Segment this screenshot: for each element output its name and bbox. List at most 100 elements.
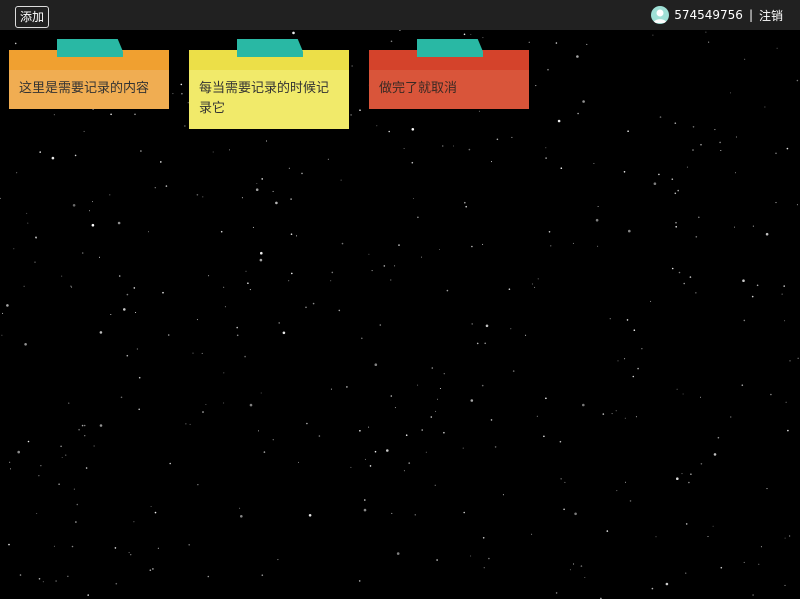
star: [39, 151, 41, 153]
star: [109, 194, 111, 196]
star: [405, 434, 408, 437]
star: [463, 33, 466, 36]
star: [775, 152, 777, 155]
star: [35, 237, 37, 239]
star: [678, 271, 681, 274]
star: [602, 413, 605, 415]
star: [781, 293, 783, 295]
star: [361, 337, 363, 340]
star: [27, 440, 30, 443]
star: [545, 147, 547, 149]
star: [83, 424, 86, 427]
star: [135, 312, 137, 313]
star: [629, 500, 632, 502]
star: [51, 156, 55, 160]
star: [138, 376, 141, 379]
star: [470, 555, 472, 557]
star: [689, 276, 692, 278]
star: [53, 545, 55, 547]
star: [40, 465, 42, 467]
star: [421, 256, 422, 258]
star: [149, 569, 152, 571]
star: [425, 451, 427, 453]
star: [700, 463, 703, 465]
star: [58, 483, 60, 486]
star: [550, 245, 552, 247]
star: [115, 582, 118, 585]
star: [555, 592, 558, 594]
star: [408, 462, 411, 464]
star: [531, 283, 533, 285]
star: [298, 461, 299, 463]
star: [76, 503, 79, 506]
star: [207, 575, 210, 578]
star: [491, 161, 492, 163]
star: [597, 206, 599, 207]
star: [708, 41, 710, 43]
star: [202, 411, 204, 413]
star: [99, 424, 103, 427]
star: [411, 161, 414, 164]
star: [431, 367, 434, 369]
star: [735, 172, 736, 174]
star: [483, 567, 485, 569]
star: [609, 318, 611, 320]
star: [434, 484, 436, 486]
sticky-note[interactable]: 每当需要记录的时候记录它: [189, 39, 349, 129]
star: [597, 245, 599, 247]
star: [249, 403, 253, 407]
star: [249, 289, 251, 291]
star: [327, 158, 329, 160]
star: [359, 430, 361, 432]
logout-link[interactable]: 注销: [759, 7, 783, 24]
star: [117, 221, 121, 225]
star: [376, 125, 378, 127]
star: [446, 289, 449, 292]
star: [572, 242, 574, 244]
star: [36, 513, 38, 514]
star: [368, 426, 370, 428]
star: [364, 458, 366, 460]
star: [606, 530, 609, 532]
sticky-note[interactable]: 这里是需要记录的内容: [9, 39, 169, 109]
note-tape: [57, 39, 123, 57]
star: [85, 467, 88, 469]
star: [719, 141, 721, 144]
star: [272, 190, 274, 192]
star: [296, 235, 297, 237]
star: [53, 114, 55, 116]
star: [220, 230, 223, 233]
star: [260, 251, 263, 255]
star: [700, 143, 702, 146]
star: [374, 450, 377, 453]
star: [390, 40, 393, 43]
star: [714, 129, 716, 131]
star: [464, 201, 466, 204]
star: [659, 116, 662, 118]
star: [484, 342, 487, 345]
star: [534, 286, 536, 288]
star: [136, 348, 138, 350]
star: [695, 236, 698, 238]
star: [305, 306, 307, 309]
star: [775, 202, 777, 204]
star: [557, 119, 561, 123]
star: [185, 423, 187, 425]
avatar: [651, 6, 670, 24]
star: [61, 457, 63, 458]
star: [508, 288, 511, 291]
star: [291, 272, 293, 275]
add-button[interactable]: 添加: [15, 6, 50, 28]
star: [331, 271, 334, 274]
star: [288, 280, 290, 282]
star: [751, 295, 754, 298]
star: [675, 221, 677, 224]
star: [133, 287, 136, 289]
top-bar: 添加 574549756 | 注销: [0, 0, 800, 30]
star: [301, 172, 303, 175]
star: [120, 396, 123, 399]
sticky-note[interactable]: 做完了就取消: [369, 39, 529, 109]
star: [569, 569, 571, 571]
star: [9, 461, 11, 463]
star: [502, 494, 504, 496]
